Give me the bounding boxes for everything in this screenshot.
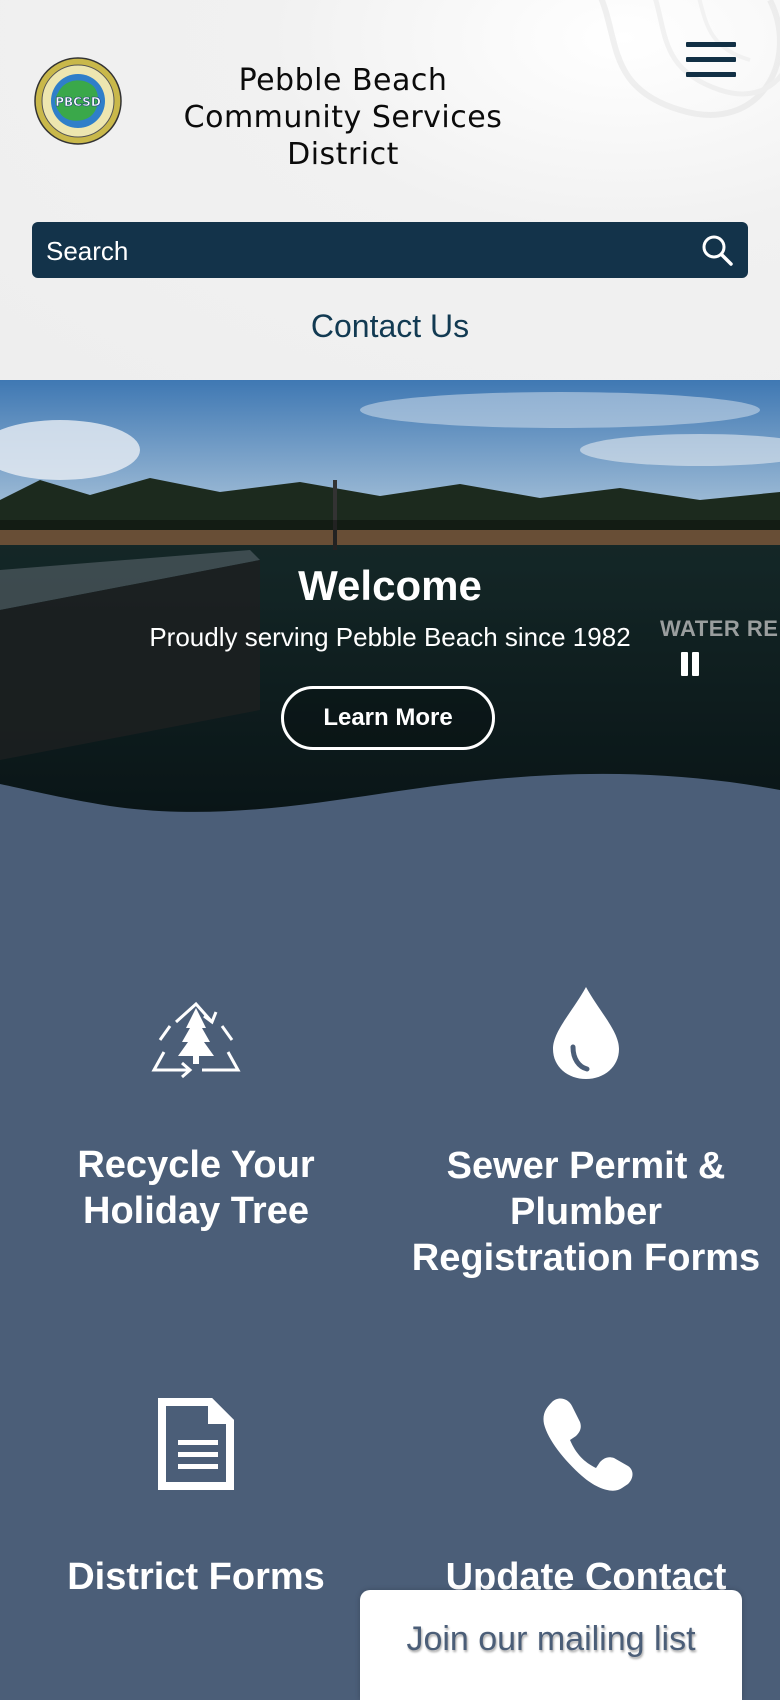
mailing-list-button[interactable]: Join our mailing list — [360, 1590, 742, 1700]
service-tile-update-contact[interactable]: Update Contact — [396, 1396, 776, 1600]
search-bar[interactable] — [32, 222, 748, 280]
mailing-list-label: Join our mailing list — [406, 1620, 696, 1658]
site-title-line2: Community Services District — [183, 100, 503, 172]
pause-icon[interactable] — [678, 652, 702, 678]
pbcsd-logo[interactable]: PBCSD — [34, 57, 122, 145]
service-tile-sewer-permit[interactable]: Sewer Permit & Plumber Registration Form… — [396, 985, 776, 1281]
contact-us-link[interactable]: Contact Us — [0, 308, 780, 345]
service-tile-district-forms[interactable]: District Forms — [6, 1396, 386, 1600]
menu-bar — [686, 72, 736, 77]
site-header: PBCSD Pebble Beach Community Services Di… — [0, 0, 780, 380]
learn-more-button[interactable]: Learn More — [281, 686, 495, 750]
service-tile-recycle-tree[interactable]: Recycle Your Holiday Tree — [6, 1000, 386, 1234]
hero-title: Welcome — [298, 562, 482, 609]
hamburger-menu-icon[interactable] — [686, 42, 736, 82]
service-label: Recycle Your Holiday Tree — [77, 1144, 315, 1232]
site-title[interactable]: Pebble Beach Community Services District — [128, 62, 558, 173]
document-icon — [158, 1398, 234, 1490]
menu-bar — [686, 42, 736, 47]
phone-icon — [543, 1398, 633, 1491]
next-slide-peek[interactable]: WATER RE — [660, 616, 778, 642]
wave-divider — [0, 770, 780, 840]
search-icon[interactable] — [700, 233, 734, 267]
decorative-swirl — [598, 0, 780, 118]
menu-bar — [686, 57, 736, 62]
recycle-tree-icon — [151, 1001, 241, 1079]
water-drop-icon — [553, 987, 619, 1079]
search-input[interactable] — [44, 222, 668, 280]
site-title-line1: Pebble Beach — [238, 63, 448, 98]
service-label: District Forms — [67, 1556, 325, 1598]
service-label: Sewer Permit & Plumber Registration Form… — [411, 1145, 761, 1279]
logo-text: PBCSD — [55, 95, 101, 109]
hero-slider: Welcome Proudly serving Pebble Beach sin… — [0, 380, 780, 820]
